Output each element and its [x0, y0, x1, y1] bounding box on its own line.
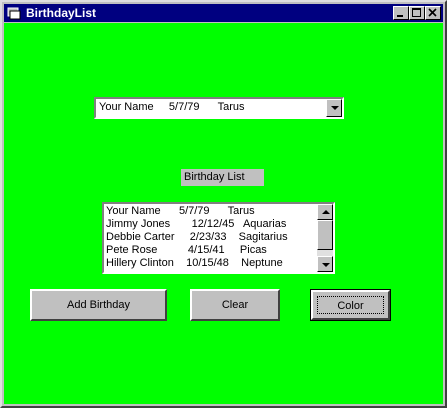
add-birthday-button[interactable]: Add Birthday: [30, 289, 167, 321]
app-icon: [7, 7, 21, 20]
list-item[interactable]: Hillery Clinton 10/15/48 Neptune: [106, 257, 316, 270]
window-title: BirthdayList: [26, 6, 97, 20]
chevron-up-icon: [322, 210, 330, 214]
list-item[interactable]: Jimmy Jones 12/12/45 Aquarias: [106, 218, 316, 231]
close-button[interactable]: [425, 6, 441, 20]
combo-dropdown-button[interactable]: [326, 99, 342, 117]
color-button[interactable]: Color: [310, 289, 391, 321]
scroll-up-button[interactable]: [317, 204, 333, 220]
list-item[interactable]: Your Name 5/7/79 Tarus: [106, 205, 316, 218]
combo-selected-text: Your Name 5/7/79 Tarus: [99, 101, 245, 113]
minimize-button[interactable]: [393, 6, 409, 20]
minimize-icon: [397, 15, 403, 17]
list-items: Your Name 5/7/79 Tarus Jimmy Jones 12/12…: [106, 205, 316, 270]
title-bar[interactable]: BirthdayList: [4, 4, 443, 22]
form-client-area: Your Name 5/7/79 Tarus Birthday List You…: [4, 23, 443, 404]
color-button-label: Color: [337, 300, 364, 312]
scroll-thumb[interactable]: [317, 220, 333, 250]
maximize-icon: [412, 8, 421, 17]
scroll-down-button[interactable]: [317, 256, 333, 272]
birthday-list-label: Birthday List: [181, 169, 264, 186]
maximize-button[interactable]: [409, 6, 425, 20]
clear-button[interactable]: Clear: [190, 289, 280, 321]
app-window: BirthdayList Your Name 5/7/79 Tarus Birt…: [0, 0, 447, 408]
birthday-listbox[interactable]: Your Name 5/7/79 Tarus Jimmy Jones 12/12…: [102, 202, 335, 274]
color-button-face: Color: [311, 290, 390, 320]
list-item[interactable]: Pete Rose 4/15/41 Picas: [106, 244, 316, 257]
close-icon: [428, 8, 437, 17]
list-item[interactable]: Debbie Carter 2/23/33 Sagitarius: [106, 231, 316, 244]
vertical-scrollbar[interactable]: [317, 204, 333, 272]
birthday-combo[interactable]: Your Name 5/7/79 Tarus: [94, 97, 344, 119]
chevron-down-icon: [331, 106, 339, 110]
chevron-down-icon: [322, 263, 330, 267]
